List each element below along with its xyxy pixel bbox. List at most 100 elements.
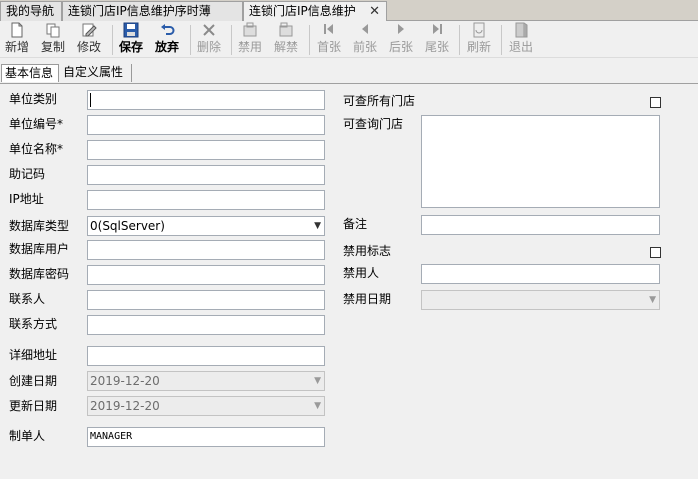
- prev-icon: [350, 22, 380, 40]
- remark-field[interactable]: [421, 215, 660, 235]
- db-user-field[interactable]: [87, 240, 325, 260]
- toolbar-separator: [231, 25, 232, 55]
- edit-button[interactable]: 修改: [74, 22, 104, 57]
- delete-label: 删除: [196, 40, 221, 54]
- delete-button[interactable]: 删除: [194, 22, 224, 57]
- disabled-date-field: ▼: [421, 290, 660, 310]
- unit-name-field[interactable]: [87, 140, 325, 160]
- disable-icon: [235, 22, 265, 40]
- address-field[interactable]: [87, 346, 325, 366]
- next-button[interactable]: 后张: [386, 22, 416, 57]
- refresh-button[interactable]: 刷新: [464, 22, 494, 57]
- creator-label: 制单人: [9, 429, 46, 443]
- last-icon: [422, 22, 452, 40]
- created-date-field: 2019-12-20 ▼: [87, 371, 325, 391]
- tab-store-ip-journal[interactable]: 连锁门店IP信息维护序时薄: [62, 1, 243, 21]
- exit-button[interactable]: 退出: [506, 22, 536, 57]
- new-label: 新增: [4, 40, 29, 54]
- query-all-stores-checkbox[interactable]: [650, 97, 661, 108]
- chevron-down-icon: ▼: [314, 401, 321, 411]
- edit-label: 修改: [76, 40, 101, 54]
- text-caret: [90, 93, 91, 107]
- updated-date-label: 更新日期: [9, 399, 58, 413]
- subtab-divider: [0, 83, 698, 84]
- db-password-label: 数据库密码: [9, 267, 70, 281]
- subtab-label: 自定义属性: [63, 65, 124, 79]
- toolbar-separator: [309, 25, 310, 55]
- contact-label: 联系人: [9, 292, 46, 306]
- toolbar-separator: [112, 25, 113, 55]
- copy-icon: [38, 22, 68, 40]
- contact-info-field[interactable]: [87, 315, 325, 335]
- save-button[interactable]: 保存: [116, 22, 146, 57]
- subtab-custom-attributes[interactable]: 自定义属性: [60, 64, 132, 82]
- tab-my-navigation[interactable]: 我的导航: [0, 1, 62, 21]
- edit-icon: [74, 22, 104, 40]
- remark-label: 备注: [343, 217, 368, 231]
- delete-icon: [194, 22, 224, 40]
- unit-code-label: 单位编号*: [9, 117, 64, 131]
- unit-code-field[interactable]: [87, 115, 325, 135]
- next-icon: [386, 22, 416, 40]
- contact-info-label: 联系方式: [9, 317, 58, 331]
- creator-field[interactable]: MANAGER: [87, 427, 325, 447]
- mnemonic-label: 助记码: [9, 167, 46, 181]
- refresh-icon: [464, 22, 494, 40]
- copy-button[interactable]: 复制: [38, 22, 68, 57]
- enable-label: 解禁: [273, 40, 298, 54]
- disabled-date-label: 禁用日期: [343, 292, 392, 306]
- save-label: 保存: [118, 40, 143, 54]
- db-type-label: 数据库类型: [9, 219, 70, 233]
- first-label: 首张: [316, 40, 341, 54]
- save-icon: [116, 22, 146, 40]
- address-label: 详细地址: [9, 348, 58, 362]
- new-button[interactable]: 新增: [2, 22, 32, 57]
- exit-label: 退出: [508, 40, 533, 54]
- chevron-down-icon[interactable]: ▼: [314, 217, 321, 235]
- prev-button[interactable]: 前张: [350, 22, 380, 57]
- queryable-stores-textarea[interactable]: [421, 115, 660, 208]
- refresh-label: 刷新: [466, 40, 491, 54]
- unit-category-label: 单位类别: [9, 92, 58, 106]
- unit-category-field[interactable]: [87, 90, 325, 110]
- contact-field[interactable]: [87, 290, 325, 310]
- updated-date-field: 2019-12-20 ▼: [87, 396, 325, 416]
- created-date-label: 创建日期: [9, 374, 58, 388]
- new-doc-icon: [2, 22, 32, 40]
- mnemonic-field[interactable]: [87, 165, 325, 185]
- subtab-basic-info[interactable]: 基本信息: [1, 64, 59, 82]
- last-button[interactable]: 尾张: [422, 22, 452, 57]
- first-icon: [314, 22, 344, 40]
- db-user-label: 数据库用户: [9, 242, 70, 256]
- prev-label: 前张: [352, 40, 377, 54]
- disabled-by-field[interactable]: [421, 264, 660, 284]
- updated-date-value: 2019-12-20: [90, 399, 160, 413]
- enable-button[interactable]: 解禁: [271, 22, 301, 57]
- unit-name-label: 单位名称*: [9, 142, 64, 156]
- ip-address-label: IP地址: [9, 192, 44, 206]
- disable-label: 禁用: [237, 40, 262, 54]
- query-all-stores-label: 可查所有门店: [343, 94, 416, 108]
- disable-button[interactable]: 禁用: [235, 22, 265, 57]
- queryable-stores-label: 可查询门店: [343, 117, 404, 131]
- db-type-value: 0(SqlServer): [90, 219, 165, 233]
- undo-button[interactable]: 放弃: [152, 22, 182, 57]
- close-icon[interactable]: ✕: [369, 2, 380, 21]
- exit-icon: [506, 22, 536, 40]
- copy-label: 复制: [40, 40, 65, 54]
- document-tab-bar: 我的导航 连锁门店IP信息维护序时薄 连锁门店IP信息维护 ✕: [0, 0, 698, 22]
- toolbar: 新增 复制 修改 保存 放弃 删除 禁用 解禁 首张 前张 后张 尾张 刷新 退…: [0, 21, 698, 58]
- disabled-flag-checkbox[interactable]: [650, 247, 661, 258]
- first-button[interactable]: 首张: [314, 22, 344, 57]
- tab-label: 我的导航: [6, 4, 55, 18]
- created-date-value: 2019-12-20: [90, 374, 160, 388]
- disabled-by-label: 禁用人: [343, 266, 380, 280]
- undo-icon: [152, 22, 182, 40]
- tab-store-ip-maintenance[interactable]: 连锁门店IP信息维护 ✕: [243, 1, 387, 22]
- db-password-field[interactable]: [87, 265, 325, 285]
- tab-label: 连锁门店IP信息维护序时薄: [68, 4, 211, 18]
- ip-address-field[interactable]: [87, 190, 325, 210]
- db-type-select[interactable]: 0(SqlServer) ▼: [87, 216, 325, 236]
- toolbar-separator: [501, 25, 502, 55]
- form-subtabs: 基本信息 自定义属性: [0, 63, 698, 83]
